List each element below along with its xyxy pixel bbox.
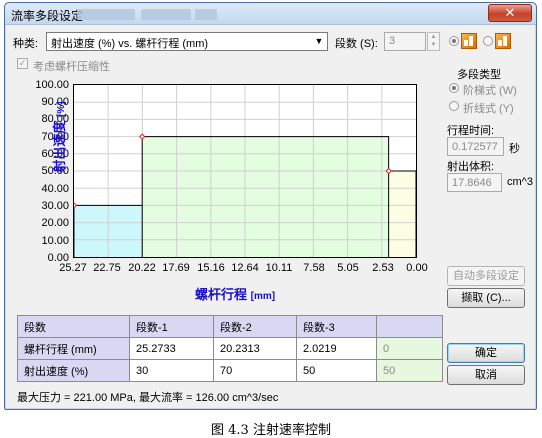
background-tab	[195, 9, 217, 20]
table-cell[interactable]: 50	[296, 359, 377, 382]
y-tick-label: 10.00	[41, 235, 69, 247]
step-mode-radio[interactable]	[449, 83, 459, 93]
line-mode-radio[interactable]	[449, 101, 459, 111]
x-tick-label: 12.64	[231, 262, 259, 274]
x-tick-label: 2.53	[372, 262, 394, 274]
line-chart-icon[interactable]	[495, 33, 511, 49]
step-chart-icon[interactable]	[461, 33, 477, 49]
y-axis-unit: [%]	[56, 101, 67, 117]
type-select-value: 射出速度 (%) vs. 螺杆行程 (mm)	[51, 38, 209, 50]
type-label: 种类:	[13, 38, 39, 50]
segments-spinner[interactable]: ▲ ▼	[427, 32, 440, 51]
table-cell[interactable]: 2.0219	[296, 337, 377, 360]
cancel-button[interactable]: 取消	[447, 365, 525, 385]
title-bar[interactable]: 流率多段设定 ✕	[5, 3, 536, 25]
table-header-row: 段数 段数-1 段数-2 段数-3	[17, 315, 443, 338]
shot-volume-unit: cm^3	[507, 176, 533, 188]
x-axis-title: 螺杆行程 [mm]	[195, 284, 275, 303]
figure-caption: 图 4.3 注射速率控制	[211, 423, 331, 438]
table-cell: 50	[376, 359, 443, 382]
speed-profile-chart	[70, 85, 417, 257]
table-row: 螺杆行程 (mm) 25.2733 20.2313 2.0219 0	[17, 337, 443, 360]
x-tick-label: 22.75	[93, 262, 121, 274]
row-header: 螺杆行程 (mm)	[17, 337, 130, 360]
dialog-window: 流率多段设定 ✕ 种类: 射出速度 (%) vs. 螺杆行程 (mm) ▼ 段数…	[4, 2, 537, 410]
line-mode-label: 折线式 (Y)	[463, 103, 514, 115]
table-header-cell: 段数	[17, 315, 130, 338]
table-header-cell: 段数-3	[296, 315, 377, 338]
y-tick-label: 40.00	[41, 183, 69, 195]
chart-plot-area[interactable]	[70, 84, 417, 258]
y-axis-title: 射出速度 [%]	[49, 92, 67, 182]
y-tick-label: 20.00	[41, 217, 69, 229]
table-cell[interactable]: 25.2733	[129, 337, 214, 360]
close-button[interactable]: ✕	[488, 4, 532, 22]
x-tick-label: 20.22	[128, 262, 156, 274]
x-axis-title-text: 螺杆行程	[195, 287, 248, 302]
x-tick-label: 10.11	[265, 262, 293, 274]
compression-checkbox[interactable]: ✓	[17, 58, 28, 69]
y-tick-label: 100.00	[35, 79, 69, 91]
x-tick-label: 25.27	[59, 262, 87, 274]
table-cell: 0	[376, 337, 443, 360]
spin-down-icon[interactable]: ▼	[428, 41, 439, 49]
table-cell[interactable]: 70	[213, 359, 297, 382]
step-mode-label: 阶梯式 (W)	[463, 85, 517, 97]
type-select[interactable]: 射出速度 (%) vs. 螺杆行程 (mm) ▼	[46, 32, 328, 51]
status-bar-text: 最大压力 = 221.00 MPa, 最大流率 = 126.00 cm^3/se…	[17, 392, 279, 404]
stroke-time-field[interactable]: 0.172577	[447, 137, 504, 156]
segment-area	[142, 136, 389, 257]
auto-segment-button[interactable]: 自动多段设定	[447, 266, 525, 286]
x-tick-label: 0.00	[406, 262, 428, 274]
chart-view-radio[interactable]	[449, 36, 459, 46]
window-title: 流率多段设定	[11, 9, 84, 23]
x-tick-label: 15.16	[197, 262, 225, 274]
x-axis-unit: [mm]	[250, 291, 276, 302]
y-tick-label: 30.00	[41, 200, 69, 212]
stroke-time-label: 行程时间:	[447, 125, 495, 137]
table-header-cell	[376, 315, 443, 338]
segment-type-title: 多段类型	[457, 69, 501, 81]
stroke-time-unit: 秒	[509, 143, 520, 155]
chevron-down-icon[interactable]: ▼	[311, 33, 327, 50]
compression-label: 考虑螺杆压缩性	[33, 61, 110, 73]
table-cell[interactable]: 30	[129, 359, 214, 382]
background-tab	[141, 9, 191, 20]
table-row: 射出速度 (%) 30 70 50 50	[17, 359, 443, 382]
shot-volume-label: 射出体积:	[447, 161, 495, 173]
background-tab	[77, 9, 135, 20]
table-view-radio[interactable]	[483, 36, 493, 46]
ok-button[interactable]: 确定	[447, 343, 525, 363]
segment-area	[388, 171, 416, 257]
table-cell[interactable]: 20.2313	[213, 337, 297, 360]
fetch-button[interactable]: 撷取 (C)...	[447, 288, 525, 308]
row-header: 射出速度 (%)	[17, 359, 130, 382]
segments-input[interactable]: 3	[384, 32, 426, 51]
table-header-cell: 段数-1	[129, 315, 214, 338]
spin-up-icon[interactable]: ▲	[428, 33, 439, 41]
table-header-cell: 段数-2	[213, 315, 297, 338]
segments-label: 段数 (S):	[335, 38, 378, 50]
shot-volume-field[interactable]: 17.8646	[447, 173, 502, 192]
x-tick-label: 17.69	[162, 262, 190, 274]
x-tick-label: 5.05	[337, 262, 359, 274]
x-tick-label: 7.58	[303, 262, 325, 274]
y-axis-title-text: 射出速度	[52, 120, 67, 173]
segment-table: 段数 段数-1 段数-2 段数-3 螺杆行程 (mm) 25.2733 20.2…	[17, 315, 443, 382]
